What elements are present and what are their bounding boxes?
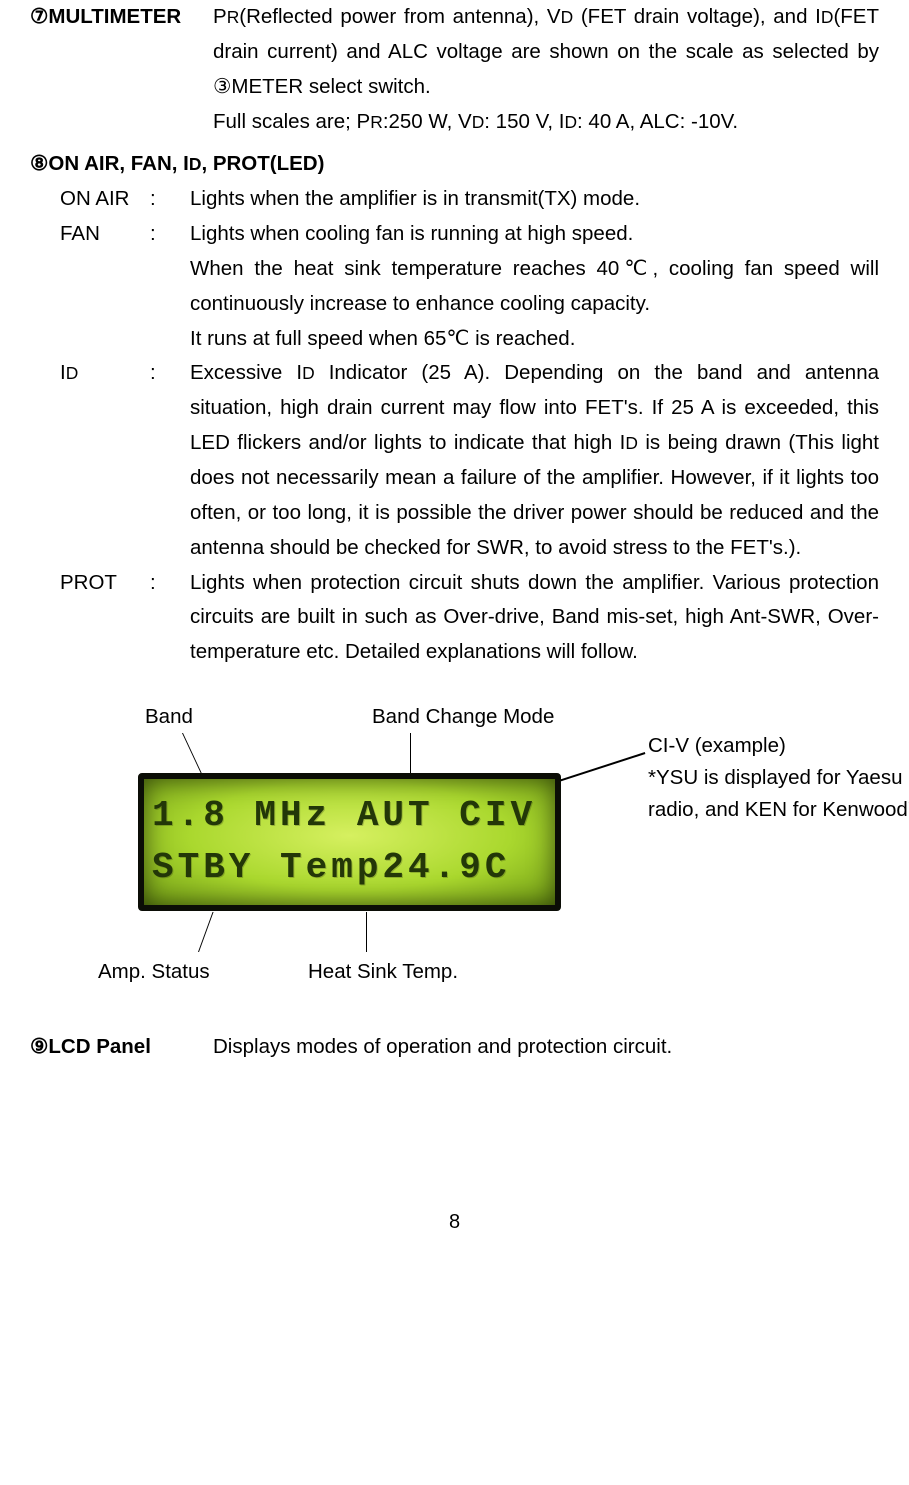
multimeter-p1: PR(Reflected power from antenna), VD (FE… (213, 0, 879, 105)
lcd-line1: 1.8 MHz AUT CIV (152, 790, 547, 842)
prot-body: Lights when protection circuit shuts dow… (190, 566, 879, 671)
fan-row: FAN : Lights when cooling fan is running… (30, 217, 879, 356)
id-body: Excessive ID Indicator (25 A). Depending… (190, 356, 879, 565)
onair-body: Lights when the amplifier is in transmit… (190, 182, 879, 217)
multimeter-body: PR(Reflected power from antenna), VD (FE… (213, 0, 879, 139)
id-colon: : (150, 356, 190, 565)
label-band: Band (145, 700, 193, 735)
fan-p3: It runs at full speed when 65℃ is reache… (190, 322, 879, 357)
label-civ: CI-V (example) (648, 730, 909, 762)
right-annotation: CI-V (example) *YSU is displayed for Yae… (648, 730, 909, 825)
page-number: 8 (30, 1205, 879, 1239)
lcd-panel-label: ⑨LCD Panel (30, 1030, 213, 1065)
fan-body: Lights when cooling fan is running at hi… (190, 217, 879, 356)
lcd-screen: 1.8 MHz AUT CIV STBY Temp24.9C (138, 773, 561, 911)
lcd-line2: STBY Temp24.9C (152, 842, 547, 894)
leader-civ (550, 752, 645, 792)
id-row: ID : Excessive ID Indicator (25 A). Depe… (30, 356, 879, 565)
leader-hst (366, 912, 368, 952)
multimeter-p2: Full scales are; PR:250 W, VD: 150 V, ID… (213, 105, 879, 140)
prot-key: PROT (60, 566, 150, 671)
lcd-diagram: Band Band Change Mode CI-V (example) *YS… (30, 700, 879, 1000)
fan-p2: When the heat sink temperature reaches 4… (190, 252, 879, 322)
item8-heading: ⑧ON AIR, FAN, ID, PROT(LED) (30, 147, 879, 182)
onair-colon: : (150, 182, 190, 217)
onair-row: ON AIR : Lights when the amplifier is in… (30, 182, 879, 217)
fan-p1: Lights when cooling fan is running at hi… (190, 217, 879, 252)
fan-colon: : (150, 217, 190, 356)
onair-key: ON AIR (60, 182, 150, 217)
id-key: ID (60, 356, 150, 565)
label-band-change-mode: Band Change Mode (372, 700, 554, 735)
note-civ: *YSU is displayed for Yaesu radio, and K… (648, 762, 909, 826)
prot-row: PROT : Lights when protection circuit sh… (30, 566, 879, 671)
label-heat-sink-temp: Heat Sink Temp. (308, 955, 458, 990)
top-labels: Band Band Change Mode (30, 700, 879, 734)
prot-colon: : (150, 566, 190, 671)
leader-amp (198, 912, 200, 952)
item-lcd-panel: ⑨LCD Panel Displays modes of operation a… (30, 1030, 879, 1065)
label-amp-status: Amp. Status (98, 955, 210, 990)
item-multimeter: ⑦MULTIMETER PR(Reflected power from ante… (30, 0, 879, 139)
multimeter-label: ⑦MULTIMETER (30, 0, 213, 139)
fan-key: FAN (60, 217, 150, 356)
lcd-panel-body: Displays modes of operation and protecti… (213, 1030, 672, 1065)
